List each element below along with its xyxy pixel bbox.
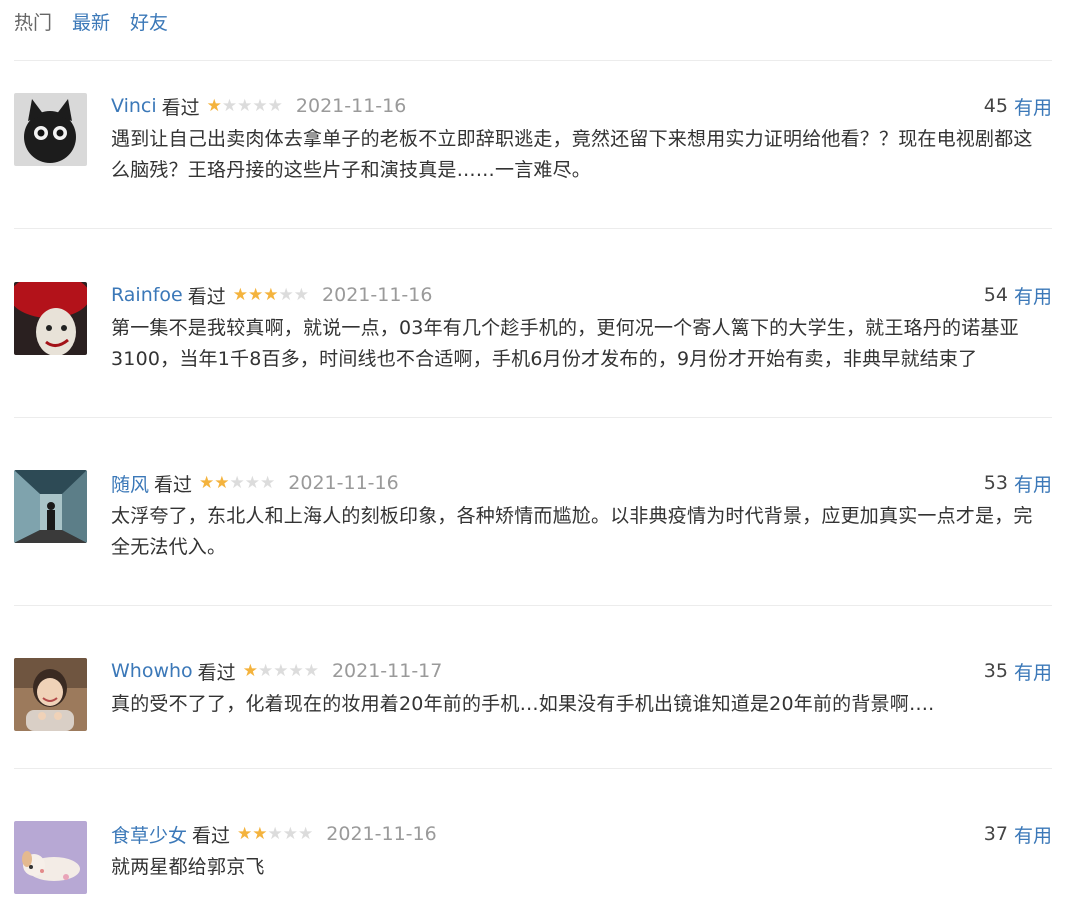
vote-box: 37 有用 <box>984 821 1052 847</box>
star-filled-icon: ★ <box>248 284 264 305</box>
comment-meta: 食草少女 看过 ★ ★ ★ ★ ★ 2021-11-16 <box>111 821 437 847</box>
divider <box>14 417 1052 418</box>
black-cat-avatar-icon[interactable] <box>14 93 87 166</box>
star-filled-icon: ★ <box>206 95 222 116</box>
comment-username[interactable]: Rainfoe <box>111 284 183 306</box>
star-empty-icon: ★ <box>282 823 299 844</box>
star-filled-icon: ★ <box>252 823 268 844</box>
star-filled-icon: ★ <box>214 472 230 493</box>
useful-button[interactable]: 有用 <box>1014 282 1052 309</box>
useful-button[interactable]: 有用 <box>1014 93 1052 120</box>
watch-status: 看过 <box>154 473 193 496</box>
star-filled-icon: ★ <box>242 660 258 681</box>
vote-box: 53 有用 <box>984 470 1052 496</box>
comment-sort-tabs: 热门 最新 好友 <box>14 10 168 36</box>
comment-item: 随风 看过 ★ ★ ★ ★ ★ 2021-11-16 53 有用 太浮夸了，东北人和上海… <box>14 470 1052 620</box>
comment-username[interactable]: Vinci <box>111 95 157 117</box>
comment-item: Vinci 看过 ★ ★ ★ ★ ★ 2021-11-16 45 有用 遇到让自己出卖肉… <box>14 93 1052 243</box>
divider <box>14 605 1052 606</box>
clown-avatar-icon[interactable] <box>14 282 87 355</box>
corridor-figure-avatar-icon[interactable] <box>14 470 87 543</box>
comment-username[interactable]: Whowho <box>111 660 193 682</box>
comment-date: 2021-11-16 <box>322 284 433 306</box>
smiling-person-avatar-icon[interactable] <box>14 658 87 731</box>
star-empty-icon: ★ <box>298 823 314 844</box>
star-empty-icon: ★ <box>303 660 319 681</box>
comment-text: 就两星都给郭京飞 <box>111 856 265 878</box>
comment-text: 真的受不了了，化着现在的妆用着20年前的手机…如果没有手机出镜谁知道是20年前的… <box>111 693 935 715</box>
comment-meta: Vinci 看过 ★ ★ ★ ★ ★ 2021-11-16 <box>111 93 406 119</box>
vote-count: 37 <box>983 823 1008 845</box>
useful-button[interactable]: 有用 <box>1014 821 1052 848</box>
comment-item: Rainfoe 看过 ★ ★ ★ ★ ★ 2021-11-16 54 有用 第一集不是我… <box>14 282 1052 432</box>
useful-button[interactable]: 有用 <box>1014 658 1052 685</box>
comment-date: 2021-11-16 <box>288 472 399 494</box>
divider <box>14 768 1052 769</box>
star-empty-icon: ★ <box>244 472 261 493</box>
vote-box: 54 有用 <box>984 282 1052 308</box>
star-empty-icon: ★ <box>229 472 245 493</box>
vote-count: 53 <box>983 472 1008 494</box>
watch-status: 看过 <box>187 285 226 308</box>
star-empty-icon: ★ <box>252 95 268 116</box>
star-empty-icon: ★ <box>293 284 310 305</box>
comment-username[interactable]: 食草少女 <box>111 821 187 848</box>
comment-item: 食草少女 看过 ★ ★ ★ ★ ★ 2021-11-16 37 有用 就两星都给郭京飞 <box>14 821 1052 901</box>
divider <box>14 60 1052 61</box>
comment-username[interactable]: 随风 <box>111 470 149 497</box>
star-empty-icon: ★ <box>221 95 238 116</box>
comment-meta: 随风 看过 ★ ★ ★ ★ ★ 2021-11-16 <box>111 470 399 496</box>
rating-stars: ★ ★ ★ ★ ★ <box>232 284 310 305</box>
watch-status: 看过 <box>161 96 200 119</box>
comment-date: 2021-11-16 <box>326 823 437 845</box>
vote-count: 35 <box>983 660 1008 682</box>
rating-stars: ★ ★ ★ ★ ★ <box>242 660 319 681</box>
star-filled-icon: ★ <box>199 472 215 493</box>
rating-stars: ★ ★ ★ ★ ★ <box>199 472 276 493</box>
star-empty-icon: ★ <box>257 660 274 681</box>
rating-stars: ★ ★ ★ ★ ★ <box>206 95 283 116</box>
star-empty-icon: ★ <box>237 95 253 116</box>
star-empty-icon: ★ <box>267 823 283 844</box>
comment-item: Whowho 看过 ★ ★ ★ ★ ★ 2021-11-17 35 有用 真的受不了了，… <box>14 658 1052 808</box>
vote-box: 45 有用 <box>984 93 1052 119</box>
star-empty-icon: ★ <box>278 284 294 305</box>
comment-text: 太浮夸了，东北人和上海人的刻板印象，各种矫情而尴尬。以非典疫情为时代背景，应更加… <box>111 505 1033 558</box>
divider <box>14 228 1052 229</box>
comment-date: 2021-11-17 <box>331 660 443 682</box>
star-filled-icon: ★ <box>263 284 279 305</box>
comment-date: 2021-11-16 <box>295 95 407 117</box>
vote-count: 45 <box>983 95 1008 117</box>
comment-text: 遇到让自己出卖肉体去拿单子的老板不立即辞职逃走，竟然还留下来想用实力证明给他看？… <box>111 128 1033 181</box>
star-empty-icon: ★ <box>273 660 289 681</box>
watch-status: 看过 <box>197 661 236 684</box>
watch-status: 看过 <box>192 824 231 847</box>
star-empty-icon: ★ <box>288 660 304 681</box>
star-empty-icon: ★ <box>267 95 283 116</box>
sleeping-dog-avatar-icon[interactable] <box>14 821 87 894</box>
tab-latest[interactable]: 最新 <box>72 10 110 36</box>
rating-stars: ★ ★ ★ ★ ★ <box>237 823 314 844</box>
star-empty-icon: ★ <box>260 472 276 493</box>
tab-hot[interactable]: 热门 <box>14 10 52 36</box>
tab-friends[interactable]: 好友 <box>130 10 168 36</box>
useful-button[interactable]: 有用 <box>1014 470 1052 497</box>
vote-count: 54 <box>983 284 1008 306</box>
comment-text: 第一集不是我较真啊，就说一点，03年有几个趁手机的，更何况一个寄人篱下的大学生，… <box>111 317 1019 370</box>
star-filled-icon: ★ <box>237 823 253 844</box>
comment-meta: Rainfoe 看过 ★ ★ ★ ★ ★ 2021-11-16 <box>111 282 432 308</box>
vote-box: 35 有用 <box>984 658 1052 684</box>
star-filled-icon: ★ <box>232 284 249 305</box>
comment-meta: Whowho 看过 ★ ★ ★ ★ ★ 2021-11-17 <box>111 658 442 684</box>
